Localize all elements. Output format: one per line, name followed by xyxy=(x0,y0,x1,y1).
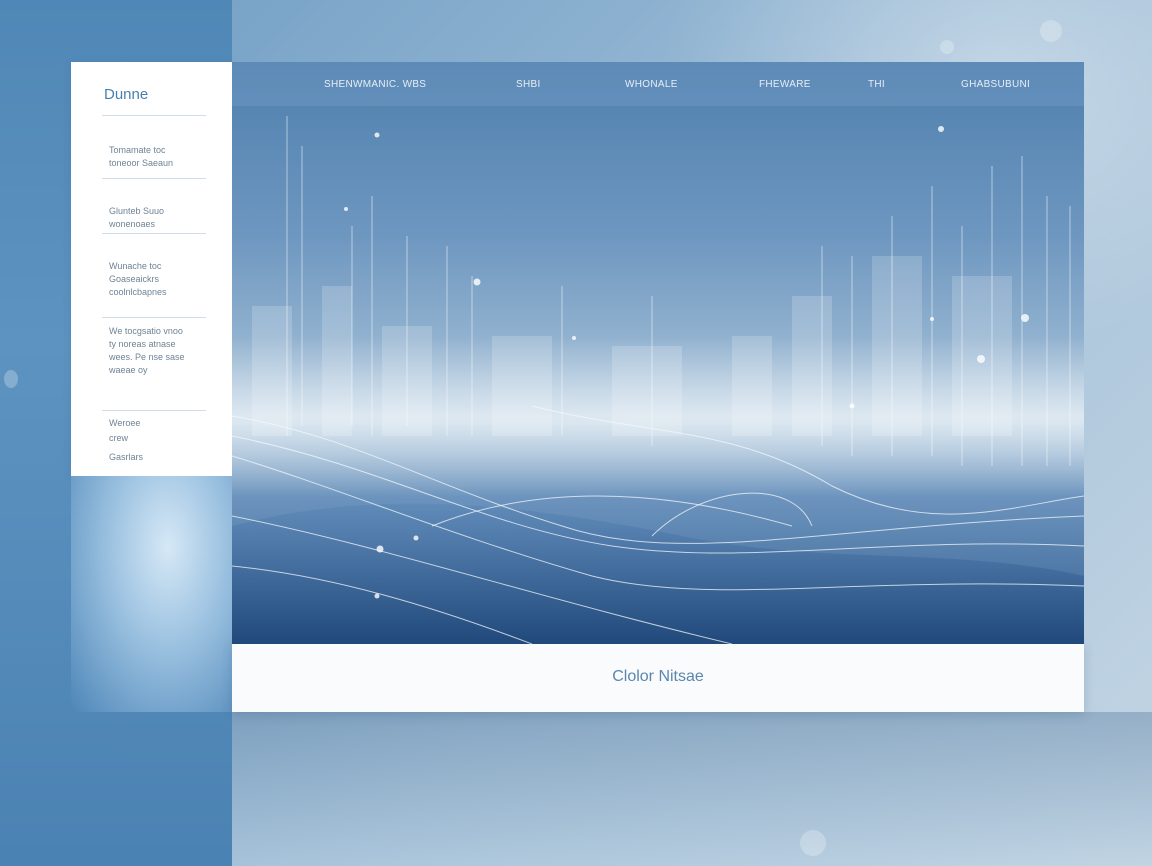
footer-bar: Clolor Nitsae xyxy=(232,644,1084,712)
nav-item[interactable]: SHBI xyxy=(516,79,541,90)
sidebar-item-line: Goaseaickrs xyxy=(109,274,160,284)
sidebar-divider xyxy=(102,410,206,411)
sidebar-item[interactable]: Tomamate toc toneoor Saeaun xyxy=(109,144,173,170)
sidebar-item-line: coolnlcbapnes xyxy=(109,287,167,297)
sidebar-item-line: Wunache toc xyxy=(109,261,162,271)
sidebar-item-line: ty noreas atnase xyxy=(109,339,176,349)
sidebar-item[interactable]: We tocgsatio vnoo ty noreas atnase wees.… xyxy=(109,325,185,377)
hero-image xyxy=(232,116,1084,644)
nav-item[interactable]: THI xyxy=(868,79,885,90)
bokeh-dot xyxy=(1040,20,1062,42)
sidebar-item-line: wees. Pe nse sase xyxy=(109,352,185,362)
sidebar-item-line: Glunteb Suuo xyxy=(109,206,165,216)
main-panel: SHENWMANIC. WBS SHBI WHONALE FHEWARE THI… xyxy=(232,62,1084,644)
sidebar-item-line: toneoor Saeaun xyxy=(109,158,174,168)
sidebar-item[interactable]: Glunteb Suuo wonenoaes xyxy=(109,205,164,231)
footer-title: Clolor Nitsae xyxy=(612,668,704,685)
sidebar-item-line: crew xyxy=(109,433,129,443)
sidebar-divider xyxy=(102,178,206,179)
nav-item[interactable]: GHABSUBUNI xyxy=(961,79,1030,90)
sidebar-item[interactable]: Weroee crew Gasrlars xyxy=(109,416,143,468)
nav-item[interactable]: SHENWMANIC. WBS xyxy=(324,79,426,90)
bokeh-dot xyxy=(940,40,954,54)
sidebar-item-line: We tocgsatio vnoo xyxy=(109,326,183,336)
sidebar-lower-panel xyxy=(71,476,232,712)
sidebar-item-line: Tomamate toc xyxy=(109,145,166,155)
sidebar-item-line: Gasrlars xyxy=(109,452,144,462)
sidebar-divider xyxy=(102,317,206,318)
top-navigation: SHENWMANIC. WBS SHBI WHONALE FHEWARE THI… xyxy=(232,62,1084,106)
bokeh-dot xyxy=(800,830,826,856)
sidebar-item[interactable]: Wunache toc Goaseaickrs coolnlcbapnes xyxy=(109,260,167,299)
sidebar-divider xyxy=(102,115,206,116)
sidebar-title: Dunne xyxy=(104,86,149,103)
background-shadow xyxy=(232,712,1152,866)
bokeh-dot xyxy=(4,370,18,388)
sidebar-item-line: waeae oy xyxy=(109,365,148,375)
nav-item[interactable]: WHONALE xyxy=(625,79,678,90)
sidebar-item-line: Weroee xyxy=(109,418,141,428)
sidebar-item-line: wonenoaes xyxy=(109,219,156,229)
nav-item[interactable]: FHEWARE xyxy=(759,79,811,90)
sidebar-divider xyxy=(102,233,206,234)
sidebar: Dunne Tomamate toc toneoor Saeaun Glunte… xyxy=(71,62,232,476)
